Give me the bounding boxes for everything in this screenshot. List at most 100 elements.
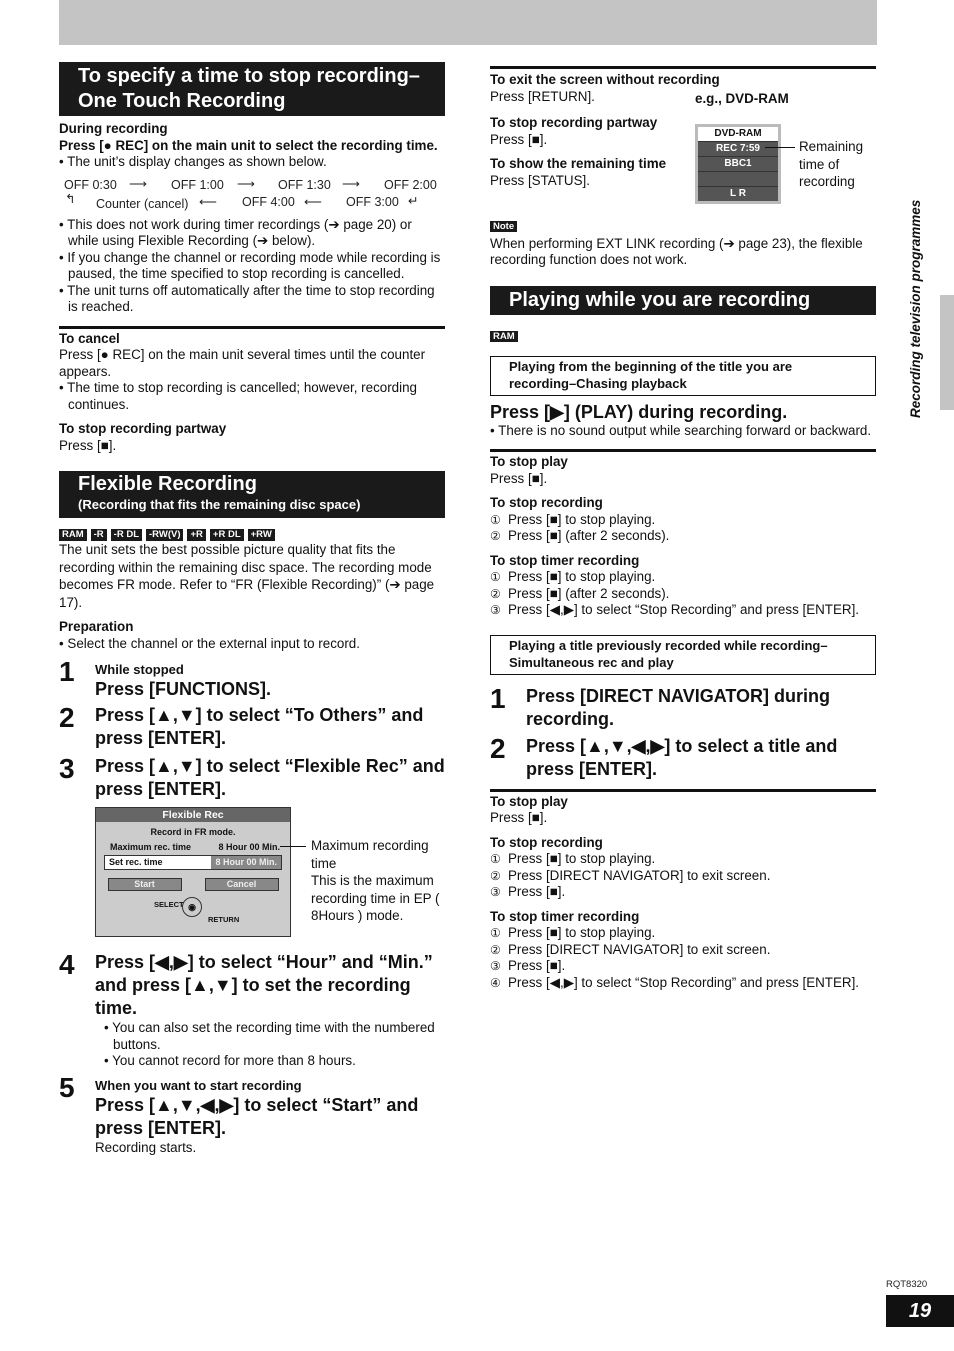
disc-tag: -R DL <box>110 529 142 541</box>
one-touch-title: To specify a time to stop recording–One … <box>59 62 445 116</box>
stop-play-title: To stop play <box>490 793 568 809</box>
list-item-text: Press [DIRECT NAVIGATOR] to exit screen. <box>508 941 771 957</box>
step-number: 5 <box>59 1071 75 1103</box>
circled-number: ③ <box>490 959 501 973</box>
note-label: Note <box>490 221 518 232</box>
display-row: REC 7:59 <box>698 141 778 156</box>
disc-tag: RAM <box>59 529 87 541</box>
chase-main: Press [▶] (PLAY) during recording. <box>490 401 788 422</box>
list-item-text: Press [■] to stop playing. <box>508 511 656 527</box>
circled-number: ② <box>490 586 501 601</box>
osd-set-value[interactable]: 8 Hour 00 Min. <box>211 856 281 869</box>
page-number: 19 <box>886 1295 954 1327</box>
step-2: 2 Press [▲,▼] to select “To Others” and … <box>59 704 445 750</box>
list-item: ② Press [DIRECT NAVIGATOR] to exit screen… <box>490 868 876 885</box>
osd-max-value: 8 Hour 00 Min. <box>218 842 280 852</box>
arrow-left-icon: ⟵ <box>304 194 322 209</box>
stop-partway-title: To stop recording partway <box>490 115 658 130</box>
list-item: ② Press [DIRECT NAVIGATOR] to exit screen… <box>490 942 876 959</box>
display-row <box>698 171 778 186</box>
disc-tag: -RW(V) <box>146 529 184 541</box>
stop-play-title: To stop play <box>490 454 568 469</box>
display-note: The unit’s display changes as shown belo… <box>59 154 445 171</box>
display-row: BBC1 <box>698 156 778 171</box>
osd-set-label: Set rec. time <box>109 857 163 867</box>
step-3: 3 Press [▲,▼] to select “Flexible Rec” a… <box>59 755 445 801</box>
playing-title: Playing while you are recording <box>490 285 876 315</box>
stop-timer-title: To stop timer recording <box>490 908 640 924</box>
callout-line <box>765 147 795 148</box>
display-callout: Remaining time of recording <box>799 139 864 189</box>
bullet: If you change the channel or recording m… <box>59 250 445 283</box>
arrow-left-icon: ⟵ <box>199 194 217 209</box>
disc-tag: +R <box>187 529 206 541</box>
chase-bullet: There is no sound output while searching… <box>490 423 876 440</box>
display-row: L R <box>698 186 778 201</box>
list-item: ④ Press [◀,▶] to select “Stop Recording” … <box>490 975 876 992</box>
header-bar <box>59 0 877 45</box>
simul-step-1: 1 Press [DIRECT NAVIGATOR] during record… <box>490 684 876 731</box>
step-number: 2 <box>490 732 506 764</box>
step-main: Press [▲,▼,◀,▶] to select a title and pr… <box>526 735 838 779</box>
exit-title: To exit the screen without recording <box>490 72 720 87</box>
list-item-text: Press [■] to stop playing. <box>508 851 656 866</box>
step-number: 3 <box>59 753 75 784</box>
divider <box>59 325 445 329</box>
circled-number: ① <box>490 926 501 940</box>
left-column: To specify a time to stop recording–One … <box>59 62 445 1156</box>
list-item: ① Press [■] to stop playing. <box>490 512 876 529</box>
osd-cancel-button[interactable]: Cancel <box>204 878 279 891</box>
step-after: Recording starts. <box>95 1139 197 1155</box>
callout-line <box>280 846 306 847</box>
list-item: ② Press [■] (after 2 seconds). <box>490 528 876 545</box>
list-item-text: Press [DIRECT NAVIGATOR] to exit screen. <box>508 867 771 883</box>
disc-tag: +RW <box>247 529 275 541</box>
note-text: When performing EXT LINK recording (➔ pa… <box>490 235 863 268</box>
step-pre: When you want to start recording <box>95 1077 302 1093</box>
list-item-text: Press [◀,▶] to select “Stop Recording” a… <box>508 602 860 617</box>
step-main: Press [FUNCTIONS]. <box>95 679 272 699</box>
list-item-text: Press [■] (after 2 seconds). <box>508 585 670 601</box>
step-4: 4 Press [◀,▶] to select “Hour” and “Min.… <box>59 951 445 1070</box>
display-row: DVD-RAM <box>698 127 778 141</box>
simul-heading: Playing a title previously recorded whil… <box>490 634 876 675</box>
circled-number: ③ <box>490 885 501 899</box>
cycle-step: OFF 1:00 <box>171 177 224 192</box>
step-main: Press [◀,▶] to select “Hour” and “Min.” … <box>95 952 433 1018</box>
disc-tag: +R DL <box>209 529 244 541</box>
list-item-text: Press [■]. <box>508 958 566 973</box>
arrow-right-icon: ⟶ <box>237 176 255 191</box>
chapter-tab <box>940 295 954 410</box>
osd-start-button[interactable]: Start <box>107 878 182 891</box>
divider <box>490 788 876 792</box>
step-number: 1 <box>59 656 75 687</box>
disc-tags: RAM -R -R DL -RW(V) +R +R DL +RW <box>59 529 445 541</box>
stop-rec-title: To stop recording <box>490 834 603 850</box>
stop-play-text: Press [■]. <box>490 810 548 825</box>
osd-set-time-field[interactable]: Set rec. time 8 Hour 00 Min. <box>104 855 282 870</box>
circled-number: ② <box>490 868 501 883</box>
one-touch-instruction: Press [● REC] on the main unit to select… <box>59 137 438 153</box>
bullet: This does not work during timer recordin… <box>59 217 445 250</box>
osd-callout: Maximum recording time This is the maxim… <box>311 838 440 923</box>
step-number: 2 <box>59 702 75 733</box>
list-item: ③ Press [◀,▶] to select “Stop Recording” … <box>490 602 876 619</box>
stop-play-text: Press [■]. <box>490 470 548 486</box>
cycle-step: OFF 2:00 <box>384 177 437 192</box>
step-pre: While stopped <box>95 662 184 677</box>
right-column: To exit the screen without recording Pre… <box>490 62 876 991</box>
osd-select-label: SELECT <box>154 900 184 909</box>
list-item-text: Press [■]. <box>508 884 566 899</box>
stop-timer-title: To stop timer recording <box>490 552 640 568</box>
list-item: ① Press [■] to stop playing. <box>490 925 876 942</box>
chapter-label: Recording television programmes <box>908 160 928 420</box>
circled-number: ① <box>490 512 501 527</box>
circled-number: ④ <box>490 975 501 990</box>
step-main: Press [▲,▼] to select “To Others” and pr… <box>95 705 424 748</box>
simul-step-2: 2 Press [▲,▼,◀,▶] to select a title and … <box>490 732 876 781</box>
flexible-subtitle: (Recording that fits the remaining disc … <box>78 497 361 512</box>
flexible-title: Flexible Recording <box>78 473 257 495</box>
list-item: ③ Press [■]. <box>490 884 876 901</box>
osd-header: Flexible Rec <box>96 808 290 822</box>
circled-number: ② <box>490 942 501 957</box>
